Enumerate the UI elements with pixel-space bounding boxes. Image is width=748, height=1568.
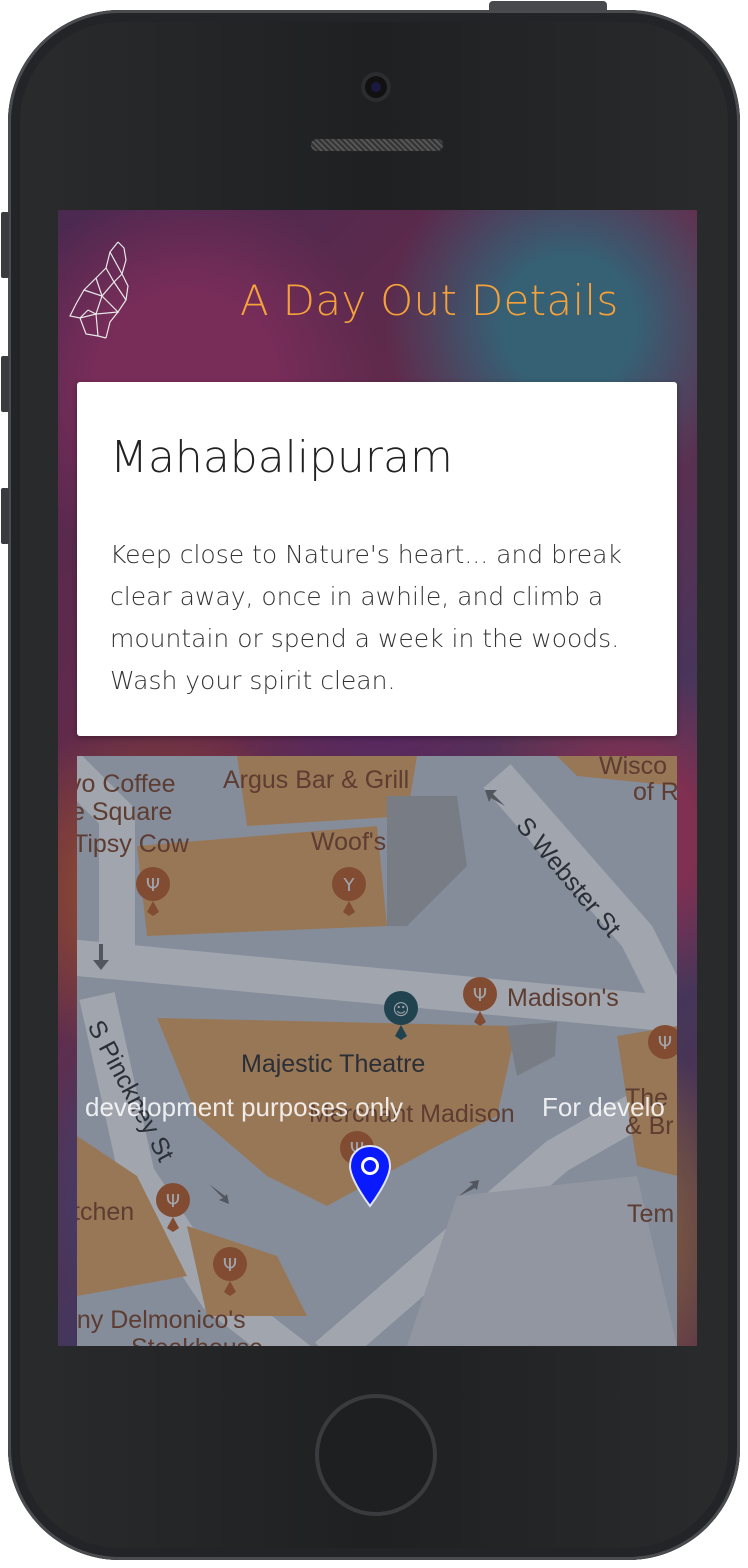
front-camera [361, 72, 391, 102]
map-label: Steakhouse [131, 1334, 263, 1346]
svg-text:Ψ: Ψ [166, 1191, 180, 1212]
map-label: of R [633, 778, 677, 806]
app-screen: A Day Out Details Mahabalipuram Keep clo… [58, 210, 697, 1346]
destination-card: Mahabalipuram Keep close to Nature's hea… [77, 382, 677, 736]
power-button [489, 1, 607, 11]
map-label: Wisco [599, 756, 667, 780]
watermark-text: development purposes only [85, 1092, 403, 1122]
map-label: Woof's [311, 828, 386, 856]
destination-name: Mahabalipuram [110, 432, 453, 483]
destination-quote: Keep close to Nature's heart... and brea… [110, 540, 622, 695]
map-label: Madison's [507, 984, 619, 1012]
home-button[interactable] [315, 1394, 437, 1516]
map-label: Tipsy Cow [77, 830, 190, 858]
earpiece-speaker [310, 138, 444, 152]
elephant-geometric-icon[interactable] [66, 238, 136, 342]
map-label: Majestic Theatre [241, 1050, 425, 1078]
mute-switch [1, 212, 9, 278]
svg-text:Ψ: Ψ [658, 1033, 672, 1054]
map-label: vo Coffee [77, 770, 176, 798]
map-watermark: development purposes only For develo [77, 1092, 677, 1124]
svg-text:Y: Y [343, 875, 356, 896]
map-pin-icon[interactable] [347, 1144, 393, 1210]
map-label: e Square [77, 798, 172, 826]
svg-text:Ψ: Ψ [473, 985, 487, 1006]
volume-down-button [1, 488, 9, 544]
map-label: Argus Bar & Grill [223, 766, 409, 794]
map-canvas[interactable]: Ψ Y Ψ ☺ Ψ Ψ Ψ Ψ vo Coffee e Square Tipsy… [77, 756, 677, 1346]
page-title: A Day Out Details [240, 276, 619, 325]
map-label: tchen [77, 1198, 134, 1226]
map-label: nny Delmonico's [77, 1306, 246, 1334]
volume-up-button [1, 356, 9, 412]
watermark-text: For develo [542, 1092, 665, 1122]
app-header: A Day Out Details [58, 210, 697, 382]
svg-text:Ψ: Ψ [223, 1255, 237, 1276]
svg-text:Ψ: Ψ [146, 875, 160, 896]
svg-text:☺: ☺ [393, 1000, 410, 1019]
map-view[interactable]: Ψ Y Ψ ☺ Ψ Ψ Ψ Ψ vo Coffee e Square Tipsy… [77, 756, 677, 1346]
map-label: Tem [627, 1200, 674, 1228]
